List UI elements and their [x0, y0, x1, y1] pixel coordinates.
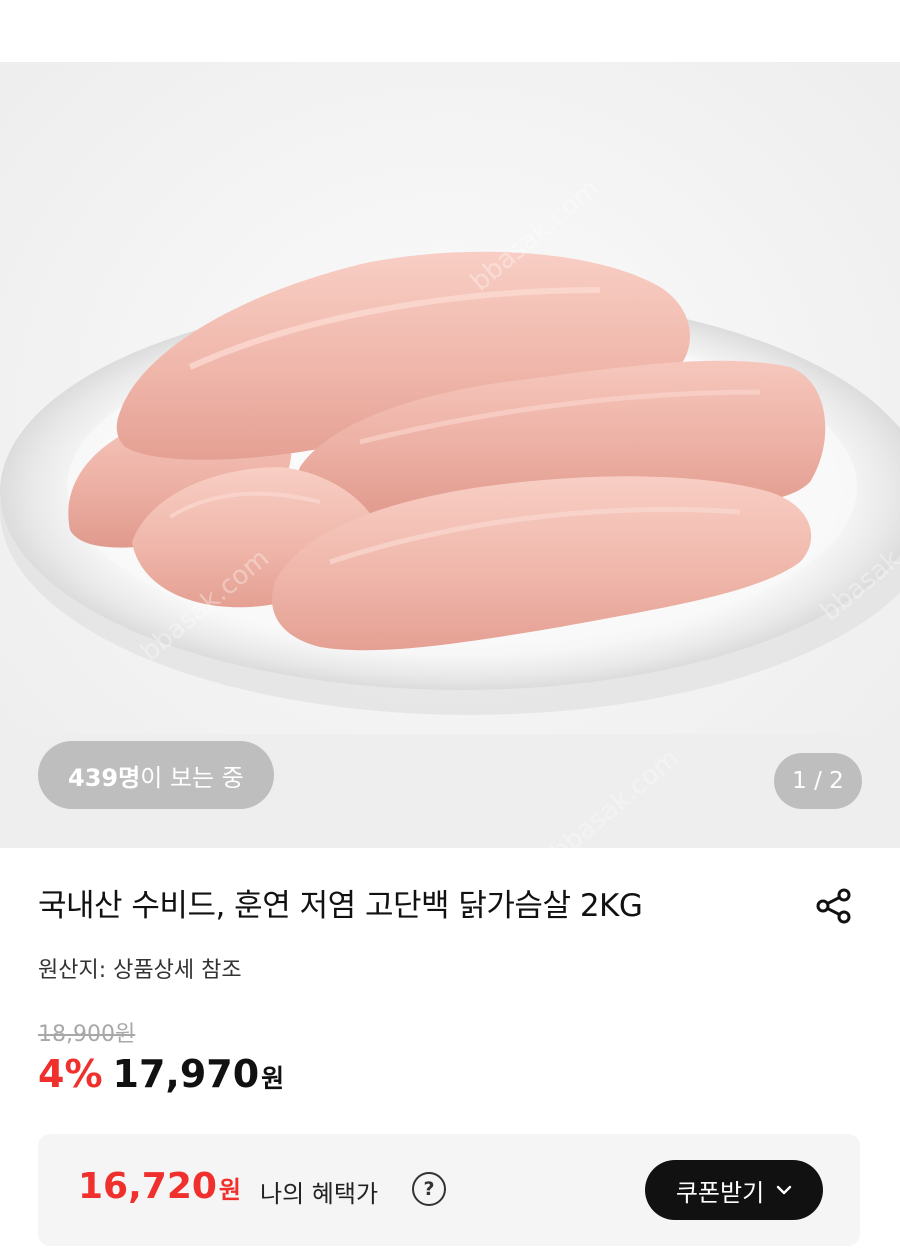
benefit-price-value: 16,720: [78, 1166, 217, 1207]
sale-price-row: 4% 17,970 원: [38, 1052, 284, 1102]
get-coupon-button[interactable]: 쿠폰받기: [645, 1160, 823, 1220]
chevron-down-icon: [776, 1184, 792, 1196]
sale-price-unit: 원: [261, 1064, 285, 1093]
share-icon: [816, 888, 851, 924]
share-button[interactable]: [810, 882, 858, 930]
product-image-gallery[interactable]: bbasak.com bbasak.com bbasak.com bbasak.…: [0, 62, 900, 848]
benefit-price: 16,720 원: [78, 1166, 241, 1207]
viewer-count-badge: 439명 이 보는 중: [38, 741, 274, 809]
question-circle-icon[interactable]: ?: [412, 1172, 446, 1206]
product-title: 국내산 수비드, 훈연 저염 고단백 닭가슴살 2KG: [38, 888, 643, 924]
product-photo: bbasak.com bbasak.com bbasak.com bbasak.…: [0, 62, 900, 848]
discount-rate: 4%: [38, 1052, 103, 1096]
benefit-price-label: 나의 혜택가: [260, 1180, 379, 1208]
top-spacer: [0, 0, 900, 62]
coupon-button-label: 쿠폰받기: [675, 1178, 765, 1207]
viewer-count-suffix: 이 보는 중: [140, 763, 244, 792]
image-page-indicator: 1 / 2: [774, 753, 862, 809]
original-price: 18,900원: [38, 1022, 136, 1047]
origin-info: 원산지: 상품상세 참조: [38, 958, 242, 983]
benefit-price-box: 16,720 원 나의 혜택가 ? 쿠폰받기: [38, 1134, 860, 1246]
viewer-count: 439명: [68, 763, 141, 792]
sale-price: 17,970: [112, 1052, 260, 1096]
benefit-price-unit: 원: [218, 1176, 242, 1204]
